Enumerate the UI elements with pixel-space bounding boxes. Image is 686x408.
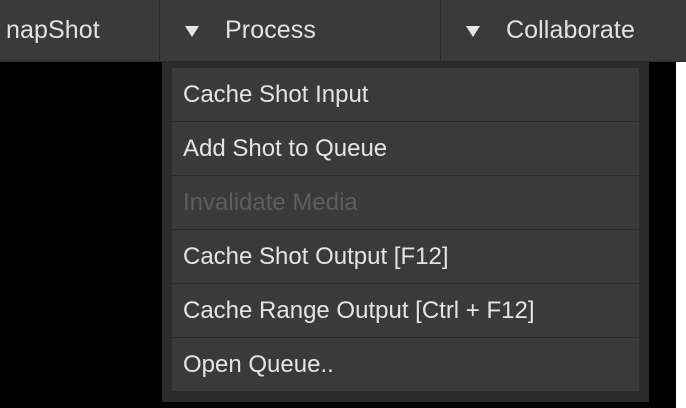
tab-snapshot-label: napShot [6, 16, 100, 44]
menu-item-invalidate-media: Invalidate Media [172, 176, 639, 229]
menu-item-cache-range-output[interactable]: Cache Range Output [Ctrl + F12] [172, 284, 639, 337]
menu-item-add-shot-to-queue[interactable]: Add Shot to Queue [172, 122, 639, 175]
menu-item-cache-shot-output[interactable]: Cache Shot Output [F12] [172, 230, 639, 283]
tab-snapshot[interactable]: napShot [0, 0, 160, 61]
process-dropdown-menu: Cache Shot Input Add Shot to Queue Inval… [162, 62, 649, 402]
menu-item-open-queue[interactable]: Open Queue.. [172, 338, 639, 391]
app-window: napShot Process Collaborate Cache Shot I… [0, 0, 686, 408]
tab-process-label: Process [225, 16, 317, 44]
triangle-down-icon [466, 26, 480, 37]
menu-item-cache-shot-input[interactable]: Cache Shot Input [172, 68, 639, 121]
triangle-down-icon [185, 26, 199, 37]
tab-collaborate-label: Collaborate [506, 16, 635, 44]
menu-bar: napShot Process Collaborate [0, 0, 686, 62]
tab-process[interactable]: Process [161, 0, 441, 61]
tab-collaborate[interactable]: Collaborate [442, 0, 686, 61]
